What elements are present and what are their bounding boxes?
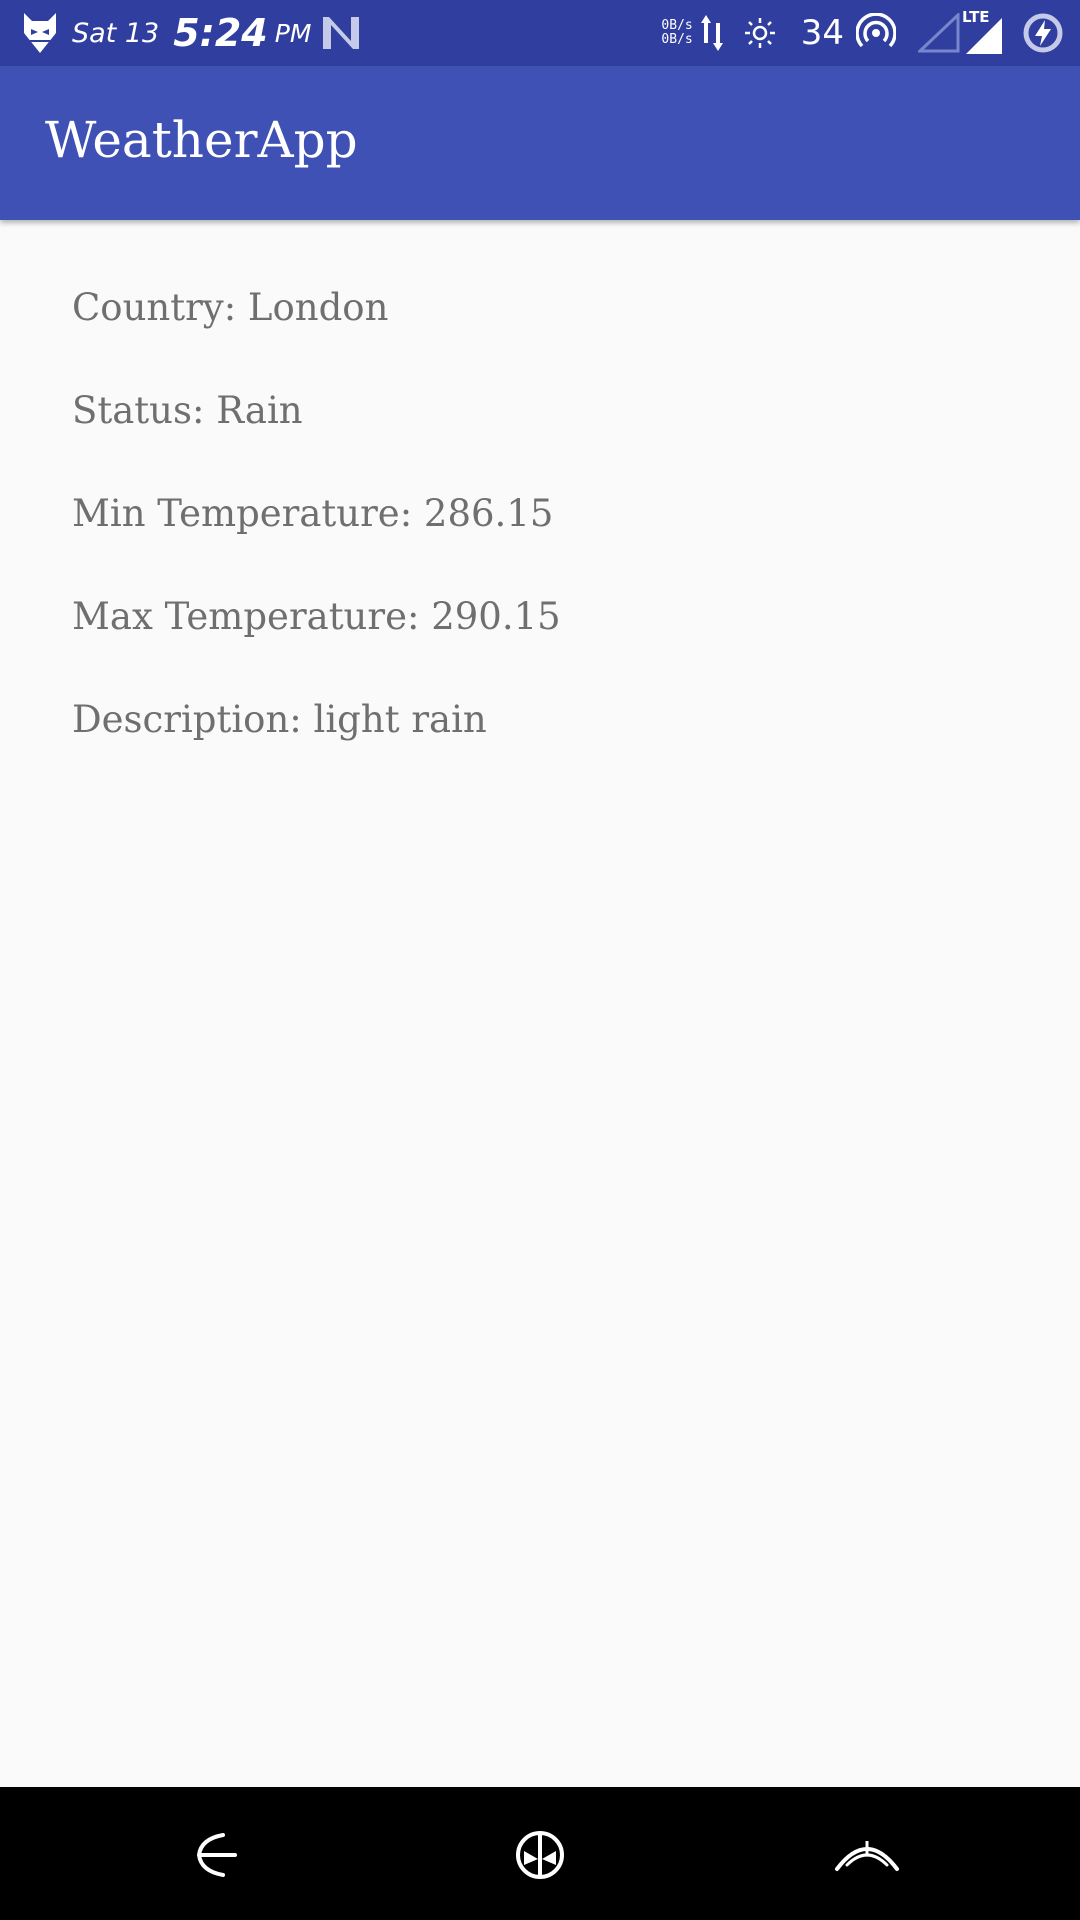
back-button[interactable]: [187, 1825, 247, 1885]
app-bar: WeatherApp: [0, 66, 1080, 220]
description-text: Description: light rain: [72, 698, 487, 741]
country-text: Country: London: [72, 286, 389, 329]
n-notification-icon: [321, 15, 361, 51]
home-button[interactable]: [510, 1825, 570, 1885]
app-title: WeatherApp: [45, 111, 358, 169]
recents-button[interactable]: [832, 1825, 902, 1885]
recents-icon: [833, 1835, 901, 1875]
speed-up: 0B/s: [661, 18, 693, 33]
lte-signal-icon: LTE: [962, 8, 1004, 56]
status-ampm: PM: [274, 18, 312, 48]
status-time: 5:24: [173, 11, 268, 55]
status-date: Sat 13: [72, 17, 160, 49]
status-text: Status: Rain: [72, 389, 303, 432]
signal-empty-icon: [918, 13, 960, 53]
hotspot-icon: [856, 13, 896, 53]
mask-logo-icon: [22, 11, 58, 55]
speed-down: 0B/s: [661, 32, 693, 47]
battery-charging-icon: [1022, 12, 1064, 54]
battery-percent: 34: [800, 13, 844, 53]
network-speed: 0B/s 0B/s: [661, 19, 692, 47]
lte-label: LTE: [962, 8, 990, 26]
max-temperature-text: Max Temperature: 290.15: [72, 595, 561, 638]
data-transfer-icon: [699, 13, 725, 53]
min-temperature-text: Min Temperature: 286.15: [72, 492, 554, 535]
back-icon: [193, 1831, 241, 1879]
status-bar: Sat 13 5:24 PM 0B/s 0B/s 34 LTE: [0, 0, 1080, 66]
home-icon: [514, 1829, 566, 1881]
navigation-bar: [0, 1787, 1080, 1920]
brightness-icon: [743, 16, 777, 50]
weather-info: Country: London Status: Rain Min Tempera…: [72, 285, 561, 800]
